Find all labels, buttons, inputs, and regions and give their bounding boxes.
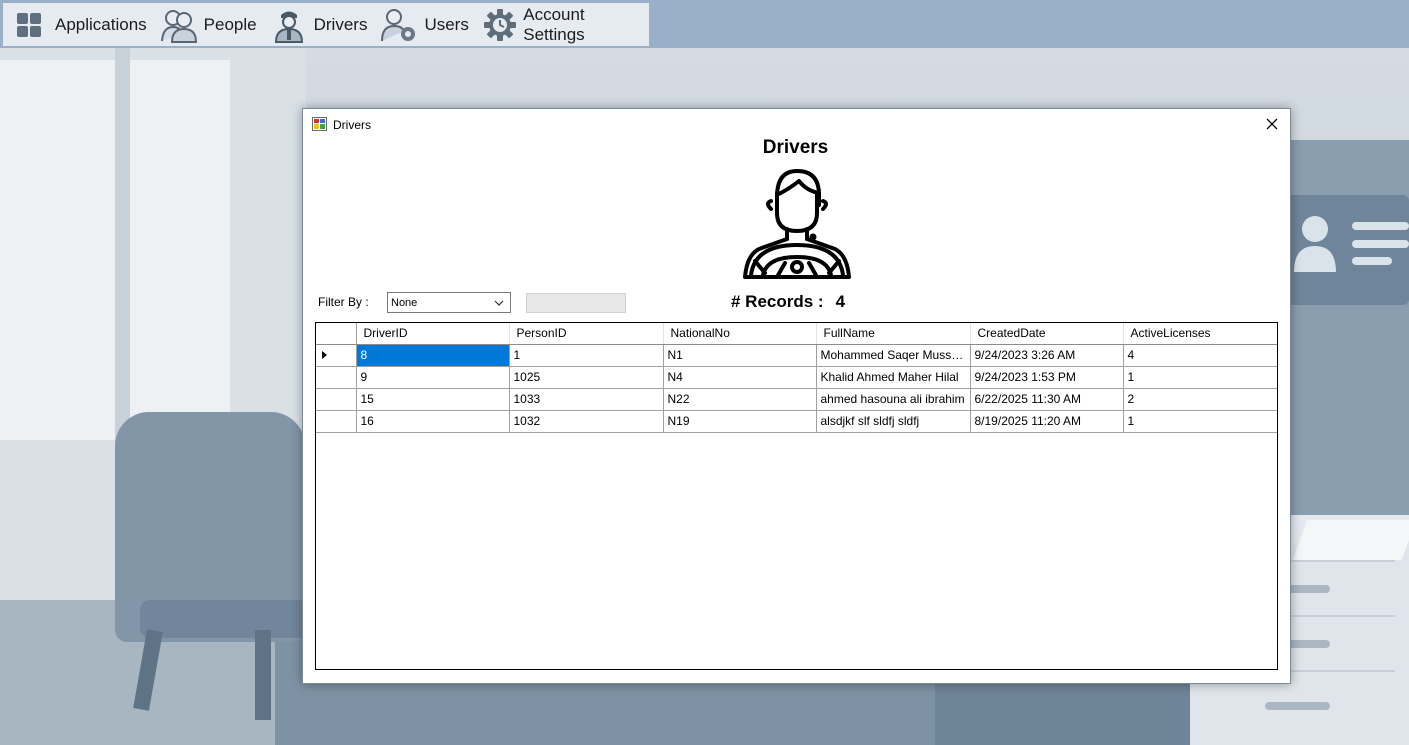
current-row-arrow-icon <box>322 351 327 359</box>
table-cell[interactable]: 9/24/2023 1:53 PM <box>970 366 1124 389</box>
records-label: # Records : <box>731 292 824 311</box>
main-menu: Applications People Drivers Users Accoun… <box>3 3 649 46</box>
close-icon[interactable] <box>1262 114 1282 134</box>
table-cell[interactable]: 9 <box>356 366 510 389</box>
table-cell[interactable]: 9/24/2023 3:26 AM <box>970 344 1124 367</box>
menu-item-drivers[interactable]: Drivers <box>264 3 375 46</box>
chevron-down-icon <box>494 300 504 306</box>
filter-value-input[interactable] <box>526 293 626 313</box>
table-cell[interactable]: Khalid Ahmed Maher Hilal <box>816 366 971 389</box>
menu-item-users[interactable]: Users <box>374 3 475 46</box>
menu-item-account-settings[interactable]: Account Settings <box>476 3 649 46</box>
row-header[interactable] <box>316 410 357 433</box>
filter-label: Filter By : <box>318 295 369 309</box>
table-cell[interactable]: N22 <box>663 388 817 411</box>
filter-selected-value: None <box>391 296 418 309</box>
table-row[interactable]: 9 1025 N4 Khalid Ahmed Maher Hilal 9/24/… <box>316 366 1277 389</box>
menu-item-label: Drivers <box>313 14 368 34</box>
people-icon <box>160 6 198 44</box>
grid-header-row: DriverID PersonID NationalNo FullName Cr… <box>316 323 1277 345</box>
driver-steering-wheel-icon <box>743 169 851 279</box>
column-header-createddate[interactable]: CreatedDate <box>970 323 1124 345</box>
column-header-activelicenses[interactable]: ActiveLicenses <box>1123 323 1277 345</box>
filter-by-dropdown[interactable]: None <box>387 292 511 313</box>
table-cell[interactable]: N1 <box>663 344 817 367</box>
table-cell[interactable]: N4 <box>663 366 817 389</box>
window-titlebar[interactable]: Drivers <box>303 109 1290 139</box>
table-cell[interactable]: 1 <box>1123 366 1277 389</box>
table-row[interactable]: 16 1032 N19 alsdjkf slf sldfj sldfj 8/19… <box>316 410 1277 433</box>
drivers-data-grid[interactable]: DriverID PersonID NationalNo FullName Cr… <box>315 322 1278 670</box>
table-cell[interactable]: Mohammed Saqer Mussa Ab... <box>816 344 971 367</box>
table-cell[interactable]: ahmed hasouna ali ibrahim <box>816 388 971 411</box>
table-cell[interactable]: 1 <box>509 344 664 367</box>
users-gear-icon <box>380 6 418 44</box>
driver-icon <box>270 6 308 44</box>
table-cell[interactable]: 1025 <box>509 366 664 389</box>
menu-item-label: Account Settings <box>523 4 585 44</box>
records-count: 4 <box>835 292 846 311</box>
table-row[interactable]: 8 1 N1 Mohammed Saqer Mussa Ab... 9/24/2… <box>316 344 1277 367</box>
drivers-window: Drivers Drivers Filter By : None # Recor… <box>302 108 1291 684</box>
table-cell[interactable]: 1032 <box>509 410 664 433</box>
column-header-nationalno[interactable]: NationalNo <box>663 323 817 345</box>
row-header-corner <box>316 323 357 345</box>
column-header-driverid[interactable]: DriverID <box>356 323 510 345</box>
menu-item-label: People <box>203 14 257 34</box>
table-cell[interactable]: 1 <box>1123 410 1277 433</box>
table-cell[interactable]: N19 <box>663 410 817 433</box>
menu-strip: Applications People Drivers Users Accoun… <box>0 0 1409 48</box>
menu-item-label: Users <box>424 14 469 34</box>
menu-item-label: Applications <box>55 14 147 34</box>
table-cell[interactable]: 1033 <box>509 388 664 411</box>
records-counter: # Records : 4 <box>731 292 845 312</box>
table-cell[interactable]: 8 <box>356 344 510 367</box>
table-cell[interactable]: 4 <box>1123 344 1277 367</box>
gear-icon <box>482 6 517 44</box>
table-cell[interactable]: 2 <box>1123 388 1277 411</box>
column-header-fullname[interactable]: FullName <box>816 323 971 345</box>
table-cell[interactable]: alsdjkf slf sldfj sldfj <box>816 410 971 433</box>
table-cell[interactable]: 16 <box>356 410 510 433</box>
id-card-avatar-icon <box>1294 216 1336 272</box>
table-cell[interactable]: 8/19/2025 11:20 AM <box>970 410 1124 433</box>
page-title: Drivers <box>762 137 829 158</box>
applications-grid-icon <box>9 6 49 44</box>
column-header-personid[interactable]: PersonID <box>509 323 664 345</box>
menu-item-people[interactable]: People <box>154 3 264 46</box>
row-header[interactable] <box>316 388 357 411</box>
row-header-current[interactable] <box>316 344 357 367</box>
app-window-icon <box>312 117 327 131</box>
table-row[interactable]: 15 1033 N22 ahmed hasouna ali ibrahim 6/… <box>316 388 1277 411</box>
window-title: Drivers <box>333 118 371 132</box>
menu-item-applications[interactable]: Applications <box>3 3 154 46</box>
table-cell[interactable]: 6/22/2025 11:30 AM <box>970 388 1124 411</box>
row-header[interactable] <box>316 366 357 389</box>
table-cell[interactable]: 15 <box>356 388 510 411</box>
